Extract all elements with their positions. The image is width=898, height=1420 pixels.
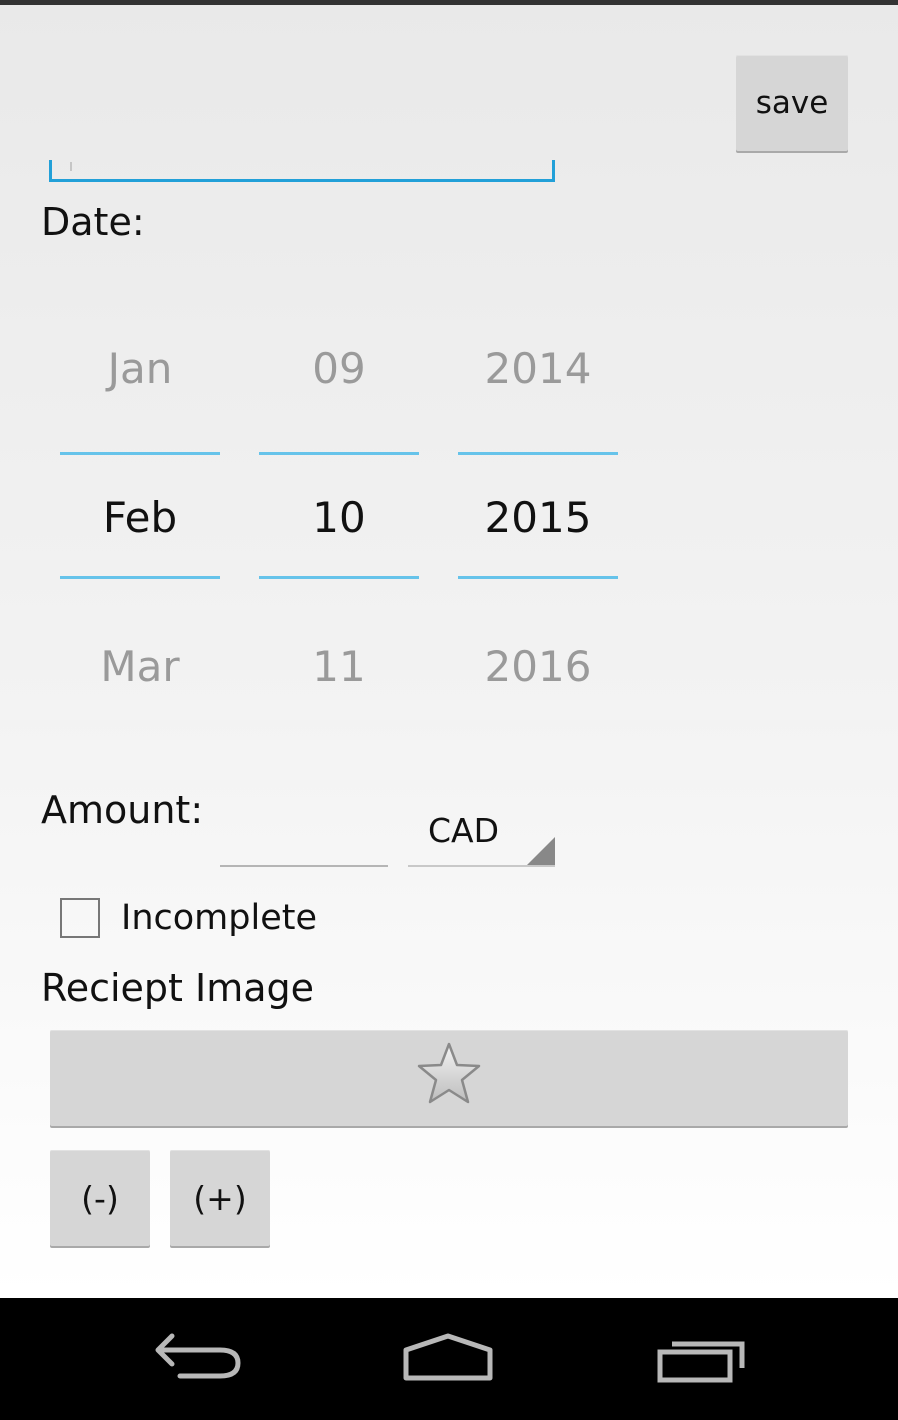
star-icon [416, 1041, 482, 1115]
receipt-image-button[interactable] [50, 1030, 848, 1126]
home-icon[interactable] [398, 1328, 498, 1392]
receipt-image-label: Reciept Image [41, 966, 315, 1010]
amount-label: Amount: [41, 788, 204, 832]
day-next-value[interactable]: 11 [259, 642, 419, 691]
picker-divider [458, 576, 618, 579]
app-screen: save Date: Jan Feb Mar 09 10 11 2014 201… [0, 0, 898, 1298]
text-cursor [70, 162, 72, 171]
picker-divider [259, 576, 419, 579]
add-image-button[interactable]: (+) [170, 1150, 270, 1246]
day-prev-value[interactable]: 09 [259, 344, 419, 393]
year-prev-value[interactable]: 2014 [458, 344, 618, 393]
dropdown-triangle-icon [527, 837, 555, 865]
picker-divider [60, 576, 220, 579]
year-next-value[interactable]: 2016 [458, 642, 618, 691]
back-icon[interactable] [150, 1328, 246, 1392]
incomplete-label[interactable]: Incomplete [121, 898, 317, 938]
status-bar-edge [0, 0, 898, 5]
currency-spinner[interactable]: CAD [408, 805, 555, 867]
year-current-value[interactable]: 2015 [458, 493, 618, 542]
incomplete-checkbox[interactable] [60, 898, 100, 938]
amount-input[interactable] [220, 852, 388, 867]
remove-image-button[interactable]: (-) [50, 1150, 150, 1246]
navigation-bar [0, 1298, 898, 1420]
month-current-value[interactable]: Feb [60, 493, 220, 542]
month-prev-value[interactable]: Jan [60, 344, 220, 393]
day-picker[interactable]: 09 10 11 [259, 330, 419, 710]
year-picker[interactable]: 2014 2015 2016 [458, 330, 618, 710]
month-picker[interactable]: Jan Feb Mar [60, 330, 220, 710]
picker-divider [60, 452, 220, 455]
picker-divider [458, 452, 618, 455]
picker-divider [259, 452, 419, 455]
save-button[interactable]: save [736, 55, 848, 151]
month-next-value[interactable]: Mar [60, 642, 220, 691]
day-current-value[interactable]: 10 [259, 493, 419, 542]
recent-apps-icon[interactable] [654, 1328, 750, 1392]
date-label: Date: [41, 200, 145, 244]
title-input[interactable] [49, 160, 555, 182]
currency-value: CAD [428, 811, 500, 850]
